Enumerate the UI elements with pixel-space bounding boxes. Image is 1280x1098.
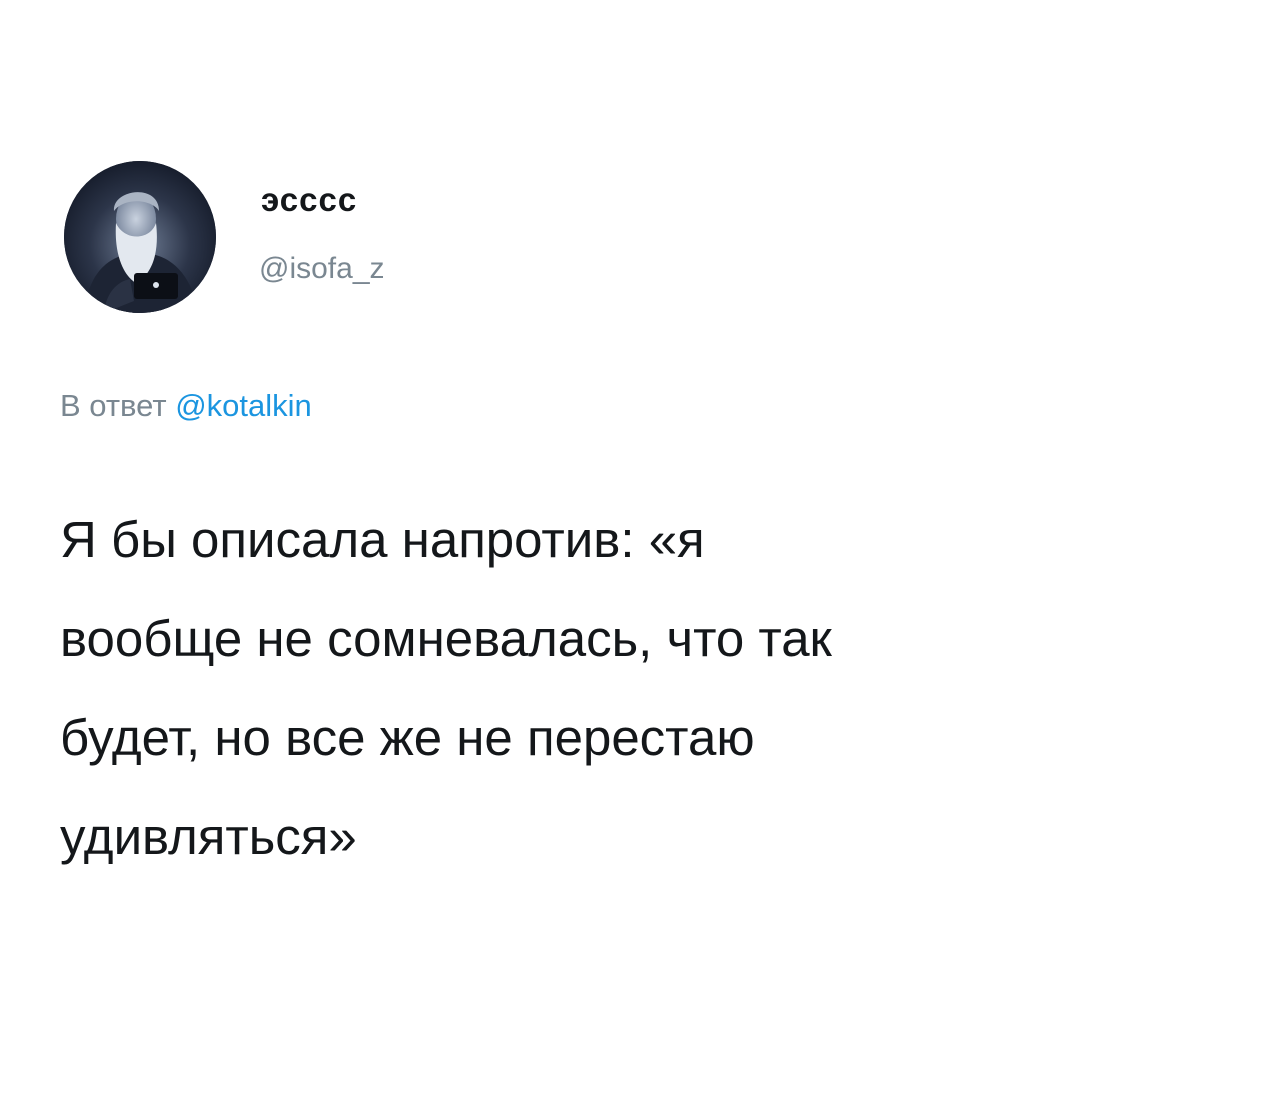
avatar[interactable] [64,161,216,313]
tweet-text-line: вообще не сомневалась, что так [60,610,832,667]
author-display-name[interactable]: эсссс [261,180,357,220]
author-handle[interactable]: @isofa_z [259,250,385,288]
tweet-text-line: Я бы описала напротив: «я [60,511,705,568]
reply-mention-link[interactable]: @kotalkin [175,388,312,423]
reply-prefix: В ответ [60,388,167,423]
reply-context: В ответ @kotalkin [60,386,312,426]
tweet-text: Я бы описала напротив: «я вообще не сомн… [60,490,1260,886]
tweet-text-line: будет, но все же не перестаю [60,709,755,766]
tweet-card: эсссс @isofa_z В ответ @kotalkin Я бы оп… [0,0,1280,1098]
avatar-old-man-icon [64,161,216,313]
tweet-text-line: удивляться» [60,808,357,865]
